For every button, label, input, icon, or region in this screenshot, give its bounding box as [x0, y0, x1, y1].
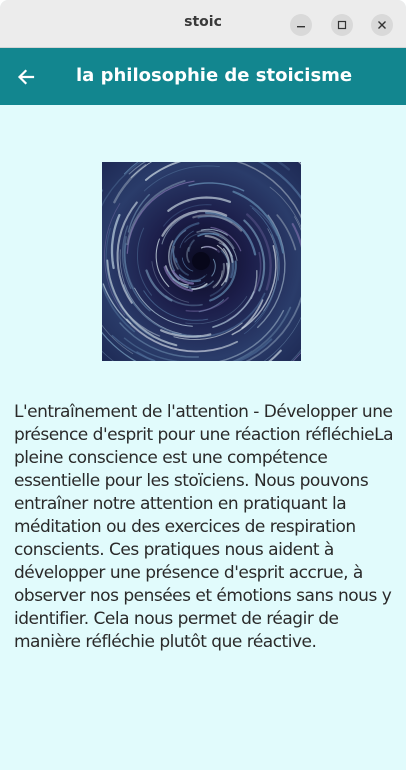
window-titlebar[interactable]: stoic	[0, 0, 406, 48]
close-button[interactable]	[371, 14, 393, 36]
minimize-button[interactable]	[290, 14, 312, 36]
app-window: stoic la philosophie de stoicisme L'entr…	[0, 0, 406, 770]
back-button[interactable]	[10, 61, 42, 93]
maximize-button[interactable]	[331, 14, 353, 36]
minimize-icon	[297, 26, 305, 28]
app-bar: la philosophie de stoicisme	[0, 48, 406, 105]
close-icon	[378, 21, 386, 29]
article-body: L'entraînement de l'attention - Développ…	[14, 402, 394, 652]
article-content[interactable]: L'entraînement de l'attention - Développ…	[0, 105, 406, 770]
arrow-left-icon	[17, 69, 35, 85]
spiral-vortex-image	[102, 162, 301, 361]
maximize-icon	[337, 20, 347, 30]
page-title: la philosophie de stoicisme	[76, 65, 353, 86]
